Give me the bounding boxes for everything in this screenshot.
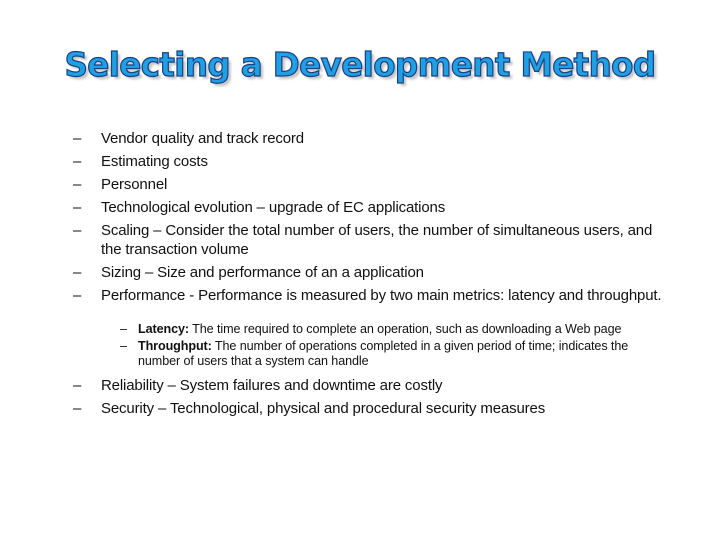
term-label: Latency:	[138, 321, 189, 336]
term-label: Throughput:	[138, 339, 212, 353]
sub-list-item-throughput: – Throughput: The number of operations c…	[120, 339, 663, 368]
list-item-text: Scaling – Consider the total number of u…	[101, 222, 653, 258]
dash-bullet-icon: –	[73, 286, 82, 304]
slide-title: Selecting a Development Method	[64, 45, 657, 84]
list-item-text: Reliability – System failures and downti…	[101, 377, 443, 394]
list-item-text: Performance - Performance is measured by…	[101, 286, 662, 304]
list-item-text: Estimating costs	[101, 153, 208, 170]
dash-bullet-icon: –	[73, 176, 82, 193]
list-item-text: Security – Technological, physical and p…	[101, 400, 546, 417]
dash-bullet-icon: –	[73, 199, 82, 216]
list-item-text: Technological evolution – upgrade of EC …	[101, 199, 446, 216]
list-item: – Vendor quality and track record	[73, 130, 663, 149]
list-item: – Personnel	[73, 176, 663, 195]
list-item: – Sizing – Size and performance of an a …	[73, 264, 663, 283]
list-item: – Performance - Performance is measured …	[73, 287, 663, 306]
dash-bullet-icon: –	[73, 400, 82, 417]
list-item-text: Sizing – Size and performance of an a ap…	[101, 263, 424, 281]
dash-bullet-icon: –	[73, 222, 82, 239]
sub-list-item-latency: – Latency: The time required to complete…	[120, 322, 663, 337]
list-item-text: Vendor quality and track record	[101, 130, 304, 147]
list-item: – Estimating costs	[73, 153, 663, 172]
dash-bullet-icon: –	[120, 339, 127, 353]
list-item: – Reliability – System failures and down…	[73, 377, 663, 396]
bullet-list: – Vendor quality and track record – Esti…	[73, 130, 663, 423]
term-definition: The number of operations completed in a …	[138, 339, 629, 368]
term-definition: The time required to complete an operati…	[189, 321, 622, 336]
dash-bullet-icon: –	[73, 377, 82, 394]
list-item: – Scaling – Consider the total number of…	[73, 222, 663, 259]
dash-bullet-icon: –	[120, 321, 127, 336]
dash-bullet-icon: –	[73, 263, 82, 281]
list-item-text: Personnel	[101, 176, 168, 193]
list-item: – Technological evolution – upgrade of E…	[73, 199, 663, 218]
dash-bullet-icon: –	[73, 130, 82, 147]
dash-bullet-icon: –	[73, 153, 82, 170]
list-item: – Security – Technological, physical and…	[73, 400, 663, 419]
